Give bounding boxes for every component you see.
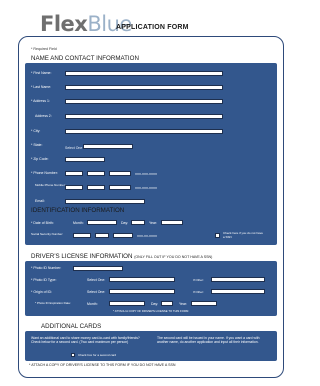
additional-section-title: ADDITIONAL CARDS xyxy=(41,323,102,330)
state-select-placeholder: Select One xyxy=(65,146,83,150)
license-section-title: DRIVER'S LICENSE INFORMATION (ONLY FILL … xyxy=(31,253,212,260)
photo-id-type-label: * Photo ID Type: xyxy=(31,278,57,282)
origin-select[interactable] xyxy=(109,289,175,294)
exp-day-field[interactable] xyxy=(161,301,173,306)
photo-id-type-other-label: If Other: xyxy=(193,278,204,282)
dob-year-field[interactable] xyxy=(161,220,183,225)
exp-year-label: Year: xyxy=(179,302,188,306)
dob-month-label: Month: xyxy=(73,221,84,225)
phone-label: * Phone Number: xyxy=(31,171,58,175)
mobile-prefix-field[interactable] xyxy=(87,185,105,190)
additional-right-text: The second card will be issued in your n… xyxy=(157,336,260,345)
origin-other-label: If Other: xyxy=(193,290,204,294)
exp-year-field[interactable] xyxy=(191,301,217,306)
photo-id-type-other-field[interactable] xyxy=(211,277,265,282)
exp-day-label: Day: xyxy=(151,302,159,306)
name-section-title: NAME AND CONTACT INFORMATION xyxy=(31,55,139,62)
address1-field[interactable] xyxy=(65,99,223,104)
email-field[interactable] xyxy=(65,199,145,204)
mobile-area-field[interactable] xyxy=(65,185,83,190)
no-ssn-label: Check here if you do not have a SSN xyxy=(223,231,263,239)
license-title-text: DRIVER'S LICENSE INFORMATION xyxy=(31,253,133,260)
second-card-checkbox[interactable] xyxy=(71,353,75,357)
first-name-label: * First Name: xyxy=(31,71,52,75)
form-title: APPLICATION FORM xyxy=(116,24,189,31)
first-name-field[interactable] xyxy=(65,71,223,76)
license-subtitle: (ONLY FILL OUT IF YOU DO NOT HAVE A SSN) xyxy=(134,255,213,259)
logo-flex-text: Flex xyxy=(40,12,88,36)
address2-label: Address 2: xyxy=(35,114,52,118)
ssn-part3-field[interactable] xyxy=(113,233,133,238)
exp-month-label: Month: xyxy=(87,302,98,306)
photo-id-number-field[interactable] xyxy=(73,266,123,271)
address1-label: * Address 1: xyxy=(31,99,50,103)
phone-prefix-field[interactable] xyxy=(87,171,105,176)
origin-select-label: Select One: xyxy=(87,290,106,294)
address2-field[interactable] xyxy=(65,114,223,119)
ssn-part1-field[interactable] xyxy=(73,233,91,238)
required-note: * Required Field xyxy=(31,47,57,51)
zip-label: * Zip Code: xyxy=(31,157,49,161)
expiration-label: * Photo ID Expiration Date: xyxy=(35,301,71,305)
last-name-field[interactable] xyxy=(65,85,223,90)
city-label: * City: xyxy=(31,129,41,133)
dob-day-label: Day: xyxy=(121,221,129,225)
mobile-label: Mobile Phone Number: xyxy=(35,183,66,187)
dob-month-field[interactable] xyxy=(87,220,117,225)
state-label: * State: xyxy=(31,143,43,147)
photo-id-number-label: * Photo ID Number: xyxy=(31,266,62,270)
mobile-format-hint: XXX-XXX-XXXX xyxy=(135,186,158,190)
email-label: Email: xyxy=(35,199,45,203)
license-panel: * Photo ID Number: * Photo ID Type: Sele… xyxy=(25,261,277,316)
ssn-label: Social Security Number: xyxy=(31,232,64,236)
footer-attach-note: * ATTACH A COPY OF DRIVER'S LICENSE TO T… xyxy=(29,363,176,367)
city-field[interactable] xyxy=(65,129,223,134)
origin-label: * Origin of ID: xyxy=(31,290,53,294)
form-frame: * Required Field NAME AND CONTACT INFORM… xyxy=(18,36,284,378)
photo-id-type-select-label: Select One: xyxy=(87,278,106,282)
ssn-part2-field[interactable] xyxy=(95,233,109,238)
identification-panel: * Date of Birth: Month: Day: Year: Socia… xyxy=(25,215,277,245)
origin-other-field[interactable] xyxy=(211,289,265,294)
phone-format-hint: XXX-XXX-XXXX xyxy=(135,172,158,176)
no-ssn-checkbox[interactable] xyxy=(215,233,220,238)
last-name-label: * Last Name: xyxy=(31,85,52,89)
license-attach-note: * ATTACH A COPY OF DRIVER'S LICENSE TO T… xyxy=(113,309,189,313)
id-section-title: IDENTIFICATION INFORMATION xyxy=(31,207,125,214)
mobile-line-field[interactable] xyxy=(109,185,131,190)
additional-left-text: Want an additional card to share money c… xyxy=(31,336,140,345)
ssn-format-hint: XXX-XX-XXXX xyxy=(137,234,158,238)
exp-month-field[interactable] xyxy=(109,301,145,306)
photo-id-type-select[interactable] xyxy=(109,277,175,282)
state-select[interactable] xyxy=(83,144,133,149)
dob-label: * Date of Birth: xyxy=(31,221,54,225)
dob-year-label: Year: xyxy=(149,221,158,225)
dob-day-field[interactable] xyxy=(131,220,145,225)
additional-cards-panel: Want an additional card to share money c… xyxy=(25,331,277,361)
phone-area-field[interactable] xyxy=(65,171,83,176)
phone-line-field[interactable] xyxy=(109,171,131,176)
zip-field[interactable] xyxy=(65,157,105,162)
second-card-label: Check box for a second card xyxy=(78,353,117,357)
